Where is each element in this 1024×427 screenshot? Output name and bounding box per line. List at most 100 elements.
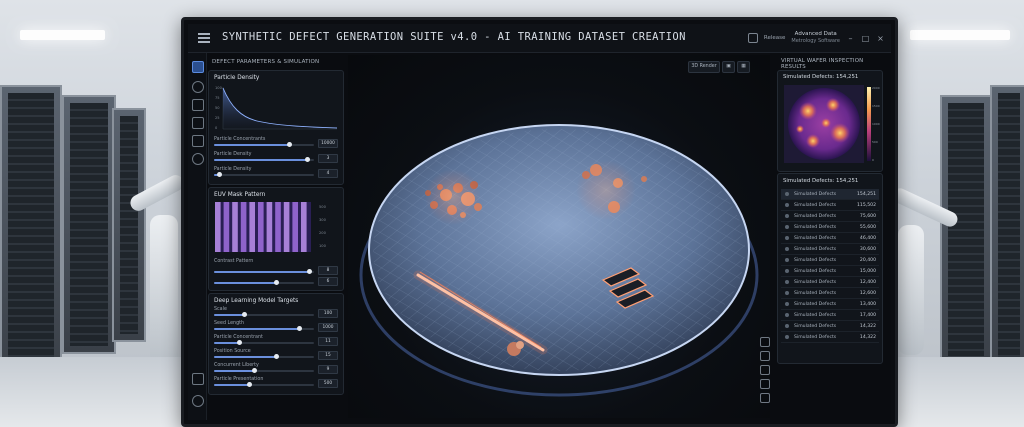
robot-arm-base (150, 215, 178, 365)
result-row[interactable]: Simulated Defects 20,400 (781, 255, 879, 266)
result-row[interactable]: Simulated Defects 14,322 (781, 332, 879, 343)
wafer-3d-viewport[interactable]: 3D Render ▣ ▦ (348, 55, 770, 418)
result-row[interactable]: Simulated Defects 75,600 (781, 211, 879, 222)
result-row[interactable]: Simulated Defects 154,251 (781, 189, 879, 200)
status-dot (785, 247, 789, 251)
result-row[interactable]: Simulated Defects 12,400 (781, 277, 879, 288)
slider-value[interactable]: 500 (318, 379, 338, 388)
layers-icon[interactable] (192, 117, 204, 129)
hamburger-menu-icon[interactable] (198, 33, 210, 43)
slider-knob[interactable] (274, 280, 279, 285)
slider-dl-target[interactable]: Seed Length 1000 (214, 321, 338, 332)
monitor-icon[interactable] (747, 33, 758, 43)
slider-label: Seed Length (214, 321, 245, 326)
slider-knob[interactable] (252, 368, 257, 373)
user-role: Metrology Software (791, 38, 840, 44)
slider-dl-target[interactable]: Scale 100 (214, 307, 338, 318)
slider-particle-density[interactable]: Particle Density 3 (214, 152, 338, 163)
close-icon[interactable]: × (876, 34, 885, 43)
dl-targets-card: Deep Learning Model Targets Scale 100 See… (208, 293, 344, 395)
slider-knob[interactable] (274, 354, 279, 359)
result-row[interactable]: Simulated Defects 55,600 (781, 222, 879, 233)
help-icon[interactable] (192, 395, 204, 407)
slider-value[interactable]: 9 (318, 365, 338, 374)
result-row[interactable]: Simulated Defects 115,502 (781, 200, 879, 211)
render-mode-button[interactable]: 3D Render (688, 61, 720, 73)
result-row[interactable]: Simulated Defects 13,400 (781, 299, 879, 310)
result-name: Simulated Defects (794, 191, 837, 197)
status-dot (785, 280, 789, 284)
slider-track[interactable] (214, 326, 314, 331)
slider-knob[interactable] (242, 312, 247, 317)
slider-track[interactable] (214, 382, 314, 387)
mask-stripe (266, 202, 273, 252)
slider-knob[interactable] (247, 382, 252, 387)
slider-value[interactable]: 4 (318, 169, 338, 178)
slider-mask-contrast[interactable]: 8 (214, 265, 338, 275)
slider-track[interactable] (214, 340, 314, 345)
slider-knob[interactable] (305, 157, 310, 162)
server-rack (62, 95, 116, 354)
ceiling-light (910, 30, 1010, 40)
slider-track[interactable] (214, 280, 314, 285)
minimize-icon[interactable]: – (846, 34, 855, 43)
slider-particle-concentrants[interactable]: Particle Concentrants 10000 (214, 137, 338, 148)
maximize-icon[interactable]: □ (861, 34, 870, 43)
slider-value[interactable]: 100 (318, 309, 338, 318)
release-label[interactable]: Release (764, 35, 786, 41)
result-row[interactable]: Simulated Defects 15,000 (781, 266, 879, 277)
result-row[interactable]: Simulated Defects 12,600 (781, 288, 879, 299)
camera-icon[interactable]: ▣ (722, 61, 735, 73)
slider-mask-pattern[interactable]: 6 (214, 276, 338, 286)
slider-dl-target[interactable]: Concurrent Liberty 9 (214, 363, 338, 374)
user-badge[interactable]: Advanced Data Metrology Software (791, 31, 840, 45)
status-dot (785, 302, 789, 306)
result-row[interactable]: Simulated Defects 17,400 (781, 310, 879, 321)
viewport-tools (758, 333, 770, 407)
slider-track[interactable] (214, 142, 314, 147)
slider-knob[interactable] (297, 326, 302, 331)
slider-dl-target[interactable]: Particle Concentrant 11 (214, 335, 338, 346)
colorbar-tick: 1500 (872, 104, 880, 108)
grid-icon[interactable]: ▦ (737, 61, 750, 73)
defect-heatmap[interactable]: 2000 1500 1000 500 0 (778, 83, 882, 169)
result-row[interactable]: Simulated Defects 14,322 (781, 321, 879, 332)
zoom-out-icon[interactable] (760, 365, 770, 375)
folder-icon[interactable] (192, 373, 204, 385)
slider-track[interactable] (214, 269, 314, 274)
slider-value[interactable]: 6 (318, 277, 338, 286)
mask-scale-tick: 200 (319, 231, 327, 235)
reset-icon[interactable] (760, 393, 770, 403)
chat-icon[interactable] (192, 81, 204, 93)
card-title: Deep Learning Model Targets (214, 298, 299, 304)
particle-density-card: Particle Density 100 75 50 25 0 Particle… (208, 70, 344, 185)
slider-track[interactable] (214, 312, 314, 317)
slider-value[interactable]: 15 (318, 351, 338, 360)
slider-track[interactable] (214, 172, 314, 177)
slider-knob[interactable] (217, 172, 222, 177)
slider-value[interactable]: 3 (318, 154, 338, 163)
slider-knob[interactable] (237, 340, 242, 345)
edit-icon[interactable] (760, 337, 770, 347)
slider-dl-target[interactable]: Position Source 15 (214, 349, 338, 360)
slider-value[interactable]: 8 (318, 266, 338, 275)
slider-value[interactable]: 11 (318, 337, 338, 346)
slider-knob[interactable] (307, 269, 312, 274)
slider-value[interactable]: 1000 (318, 323, 338, 332)
slider-knob[interactable] (287, 142, 292, 147)
slider-dl-target[interactable]: Particle Presentation 500 (214, 377, 338, 388)
settings-icon[interactable] (192, 153, 204, 165)
wrench-icon[interactable] (192, 135, 204, 147)
dashboard-icon[interactable] (192, 61, 204, 73)
slider-track[interactable] (214, 157, 314, 162)
slider-value[interactable]: 10000 (318, 139, 338, 148)
zoom-in-icon[interactable] (760, 351, 770, 361)
result-row[interactable]: Simulated Defects 30,600 (781, 244, 879, 255)
slider-track[interactable] (214, 354, 314, 359)
mask-stripe (283, 202, 290, 252)
result-row[interactable]: Simulated Defects 46,400 (781, 233, 879, 244)
slider-track[interactable] (214, 368, 314, 373)
rotate-icon[interactable] (760, 379, 770, 389)
list-icon[interactable] (192, 99, 204, 111)
slider-particle-density-2[interactable]: Particle Density 4 (214, 167, 338, 178)
